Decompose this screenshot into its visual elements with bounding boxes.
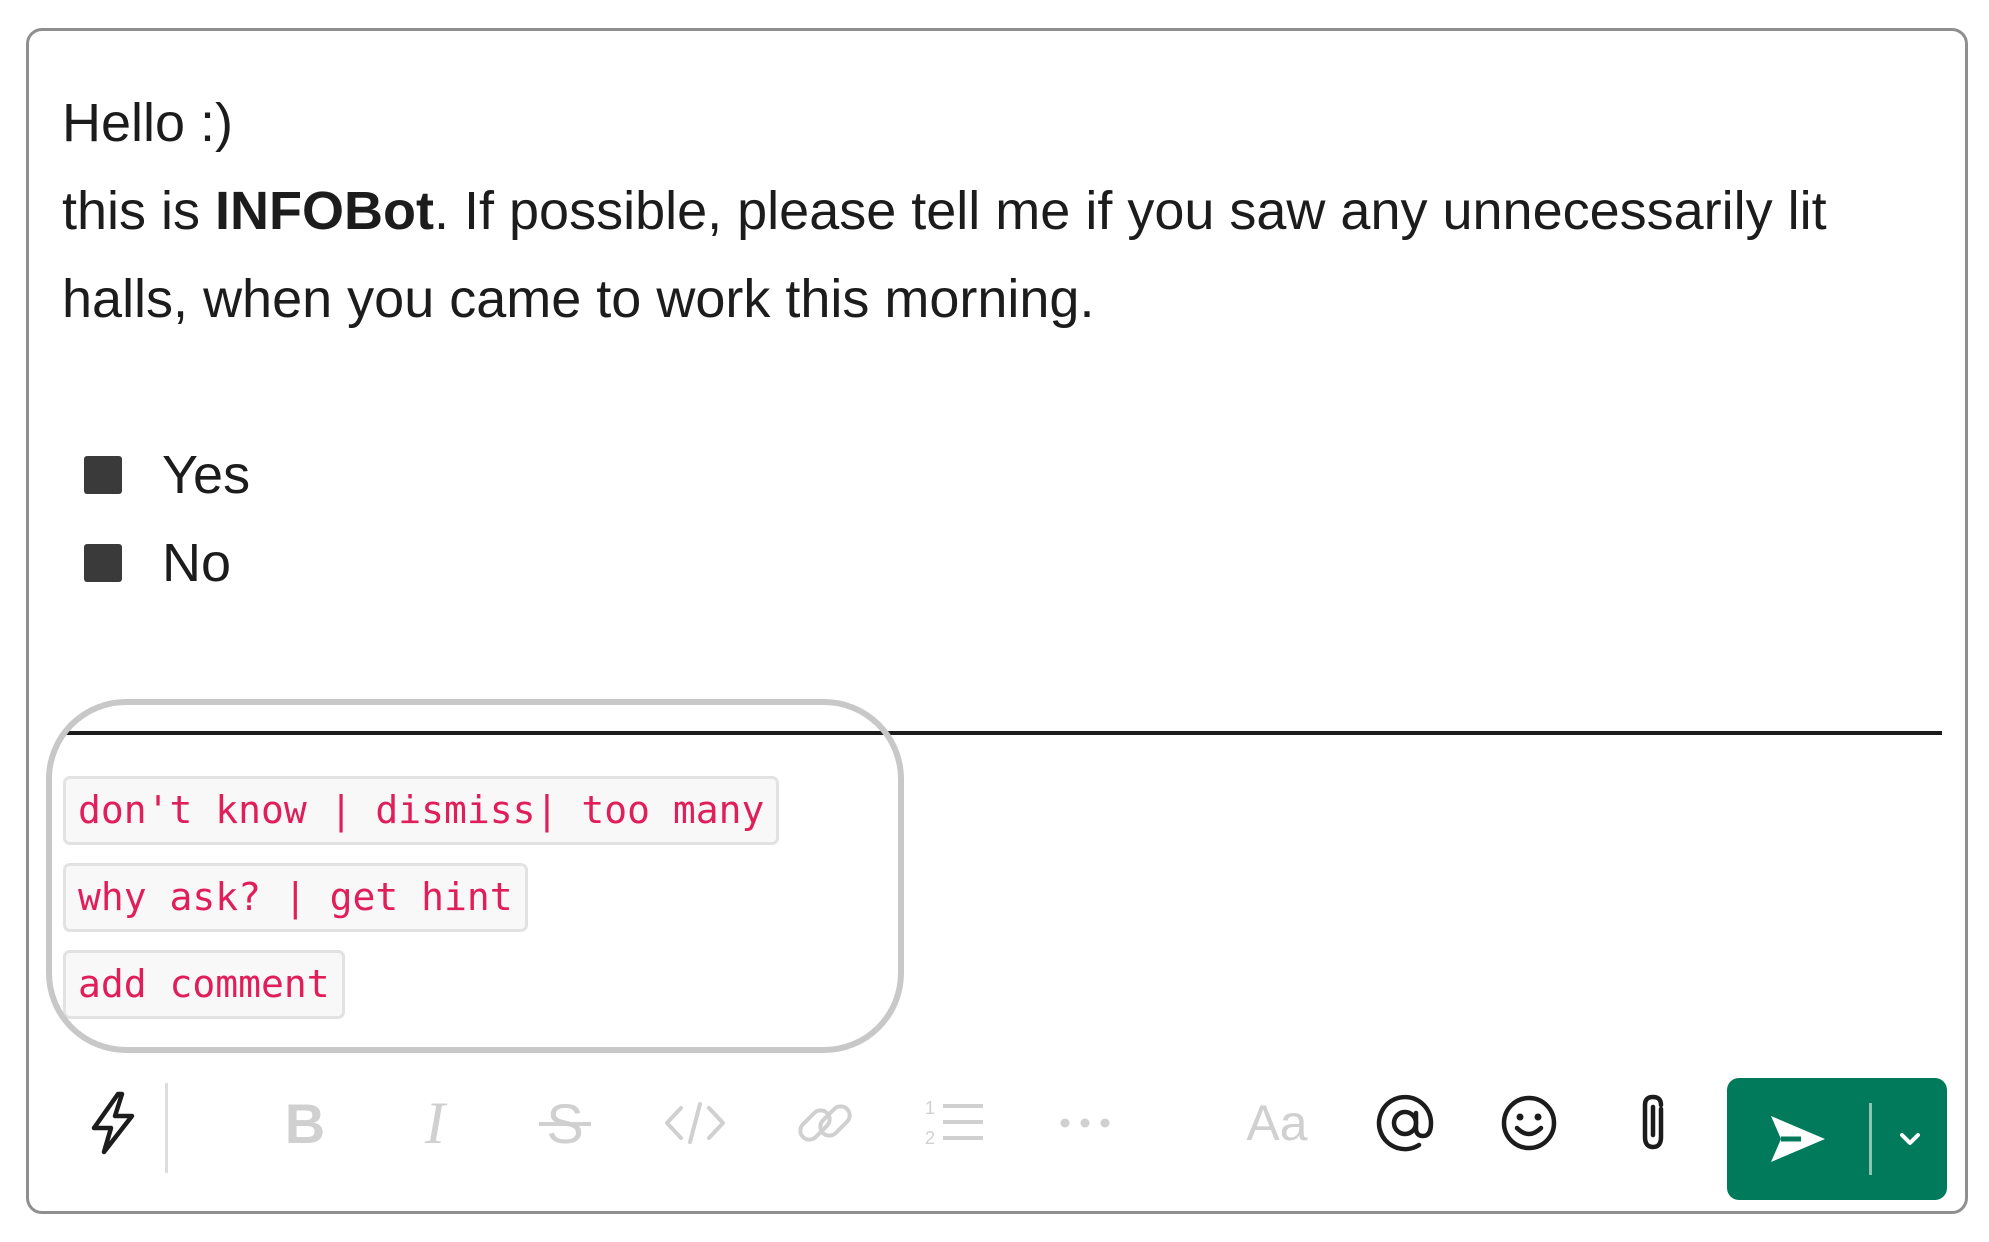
format-label: Aa <box>1246 1095 1308 1151</box>
link-icon[interactable] <box>785 1083 865 1163</box>
divider <box>62 731 1942 735</box>
more-icon[interactable] <box>1045 1083 1125 1163</box>
bold-icon[interactable]: B <box>265 1083 345 1163</box>
option-label: No <box>162 533 232 593</box>
bullet-icon <box>84 456 122 494</box>
send-icon <box>1771 1116 1825 1162</box>
option-no[interactable]: No <box>84 519 250 607</box>
bullet-icon <box>84 544 122 582</box>
emoji-icon[interactable] <box>1489 1083 1569 1163</box>
chip-add-comment[interactable]: add comment <box>63 950 345 1019</box>
chip-dont-know-dismiss-too-many[interactable]: don't know | dismiss| too many <box>63 776 780 845</box>
send-button-group <box>1727 1078 1947 1200</box>
send-button[interactable] <box>1727 1078 1869 1200</box>
send-options-button[interactable] <box>1872 1078 1947 1200</box>
italic-icon[interactable]: I <box>395 1083 475 1163</box>
strikethrough-icon[interactable]: S <box>525 1083 605 1163</box>
svg-text:B: B <box>285 1094 325 1152</box>
ordered-list-icon[interactable]: 1 2 <box>915 1083 995 1163</box>
chip-why-ask-get-hint[interactable]: why ask? | get hint <box>63 863 528 932</box>
greeting-line: Hello :) <box>62 93 234 153</box>
message-composer: Hello :) this is INFOBot. If possible, p… <box>26 28 1968 1214</box>
svg-text:2: 2 <box>925 1128 935 1148</box>
bot-message: Hello :) this is INFOBot. If possible, p… <box>62 79 1942 343</box>
attach-icon[interactable] <box>1613 1083 1693 1163</box>
svg-text:1: 1 <box>925 1098 935 1118</box>
svg-text:I: I <box>424 1094 448 1152</box>
chevron-down-icon <box>1899 1133 1920 1145</box>
mention-icon[interactable] <box>1365 1083 1445 1163</box>
code-icon[interactable] <box>655 1083 735 1163</box>
bot-name: INFOBot <box>215 181 434 241</box>
shortcuts-icon[interactable] <box>73 1083 153 1163</box>
toolbar-separator <box>165 1083 168 1173</box>
answer-options: Yes No <box>84 431 250 607</box>
option-yes[interactable]: Yes <box>84 431 250 519</box>
action-chips: don't know | dismiss| too many why ask? … <box>63 776 780 1037</box>
composer-toolbar: B I S 1 2 Aa <box>29 1061 1965 1201</box>
option-label: Yes <box>162 445 251 505</box>
question-text: this is INFOBot. If possible, please tel… <box>62 181 1827 329</box>
format-icon[interactable]: Aa <box>1237 1083 1317 1163</box>
